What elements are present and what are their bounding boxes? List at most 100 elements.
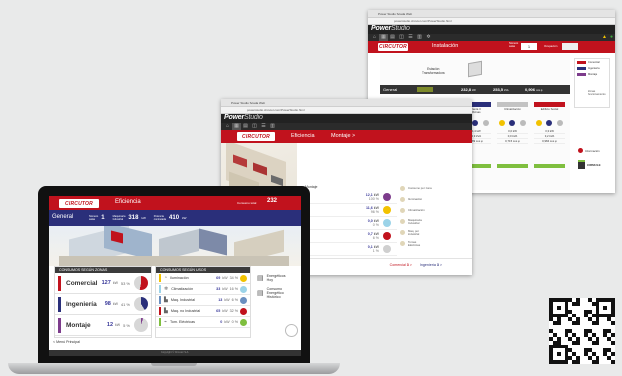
chart-icon[interactable]: ◫ xyxy=(250,123,259,130)
use-name: Iluminación xyxy=(170,276,189,280)
screen-footer: Copyright © Circutor S.A. xyxy=(49,350,301,356)
use-unit: kW xyxy=(224,320,230,324)
montaje-panel: Montaje ☼12,1 kW100 %◔11,6 kW96 %❄0,0 kW… xyxy=(299,183,397,259)
row-pct: 100 % xyxy=(368,197,379,201)
montaje-row[interactable]: ☼12,1 kW100 % xyxy=(299,191,397,204)
table-icon[interactable]: ▥ xyxy=(268,123,277,130)
side-legend-item[interactable]: Maq. por industrial xyxy=(397,227,468,238)
page-icon[interactable]: ▤ xyxy=(388,34,397,41)
stat-label: Potencia contratada xyxy=(153,215,167,221)
side-legend-dot xyxy=(400,241,405,246)
uses-panel: CONSUMOS SEGÚN USOS ◔ Iluminación 69 kW 34 %… xyxy=(155,266,251,338)
total-value: 232 xyxy=(267,198,278,204)
use-name: Maq. no Industrial xyxy=(170,309,201,313)
grid-icon[interactable]: ▦ xyxy=(379,34,388,41)
side-legend-item[interactable]: Iluminación xyxy=(397,194,468,205)
meter-icon xyxy=(499,120,506,126)
footer-link-comercial[interactable]: Comercial 3 > xyxy=(390,263,412,267)
side-legend-item[interactable]: Maquinaria Industrial xyxy=(397,216,468,227)
row-values: 12,1 kW 100 % xyxy=(309,193,379,201)
address-bar[interactable]: powerstudio.circutor.com/PowerStudio.htm… xyxy=(221,107,472,114)
zone-row[interactable]: Montaje 12 kW 5 % xyxy=(55,315,151,336)
use-row[interactable]: ▙ Maq. Industrial 13 kW 6 % xyxy=(156,295,250,306)
page-header-bar: CIRCUTOR Eficiencia Montaje > xyxy=(221,130,472,143)
energy-link[interactable]: ▤ Energéticos Hoy xyxy=(254,270,300,285)
list-icon[interactable]: ☰ xyxy=(259,123,268,130)
list-icon[interactable]: ☰ xyxy=(406,34,415,41)
use-pct: 32 % xyxy=(229,309,238,313)
zone-swatch xyxy=(58,275,61,291)
document-icon: ▤ xyxy=(257,289,264,297)
zone-swatch xyxy=(58,317,61,333)
home-icon[interactable]: ⌂ xyxy=(223,123,232,130)
use-row[interactable]: ▙ Maq. no Industrial 65 kW 32 % xyxy=(156,306,250,317)
montaje-header: Montaje xyxy=(305,185,318,189)
browser-tab[interactable]: Power Studio Scada Web xyxy=(221,99,472,107)
tab-eficiencia[interactable]: Eficiencia xyxy=(291,133,315,139)
general-swatch xyxy=(417,87,433,92)
use-swatch xyxy=(159,274,161,282)
use-value: 65 xyxy=(216,309,221,313)
zone-row[interactable]: Ingeniería 98 kW 41 % xyxy=(55,294,151,315)
use-row[interactable]: ⌁ Tom. Eléctricas 0 kW 0 % xyxy=(156,317,250,328)
zone-row[interactable]: Comercial 127 kW 53 % xyxy=(55,273,151,294)
zone-unit: kW xyxy=(115,323,121,327)
side-legend-label: Consumo por zona xyxy=(408,186,432,190)
side-legend-label: Maq. por industrial xyxy=(408,228,420,236)
factory-icon: ▙ xyxy=(164,308,168,314)
sync-icon[interactable] xyxy=(285,324,298,337)
side-legend-label: Tomas Eléctricas xyxy=(408,239,421,247)
side-legend-item[interactable]: Consumo por zona xyxy=(397,183,468,194)
tab-montaje[interactable]: Montaje > xyxy=(331,133,355,139)
montaje-row[interactable]: ○0,1 kW1 % xyxy=(299,243,397,256)
info-button[interactable]: Información xyxy=(578,148,600,153)
montaje-row[interactable]: ◔11,6 kW96 % xyxy=(299,204,397,217)
snow-icon: ❄ xyxy=(164,286,169,292)
chart-icon[interactable]: ◫ xyxy=(397,34,406,41)
legend-swatch xyxy=(577,60,586,64)
plug-icon: ⌁ xyxy=(164,319,168,325)
page-icon[interactable]: ▤ xyxy=(241,123,250,130)
occupation-label: Ocupación xyxy=(544,44,558,48)
browser-tabbar: Power Studio Scada Web xyxy=(368,10,615,18)
zone-column-value: 0,715 cos φ xyxy=(497,139,528,144)
footer-caption: Copyright © Circutor S.A. xyxy=(160,351,190,354)
zone-column[interactable]: Climatización 0,0 kW 0,0 kVA 0,715 cos φ xyxy=(497,102,528,180)
grid-icon[interactable]: ▦ xyxy=(232,123,241,130)
menu-principal-link[interactable]: < Menú Principal xyxy=(53,340,80,344)
table-icon[interactable]: ▥ xyxy=(415,34,424,41)
info-label: Información xyxy=(585,148,600,153)
row-values: 11,6 kW 96 % xyxy=(309,206,379,214)
energy-label: Consumo Energético Histórico xyxy=(266,286,284,299)
laptop-base xyxy=(8,363,340,374)
use-dot xyxy=(240,296,247,304)
warning-icon[interactable]: ▲ xyxy=(601,34,608,41)
general-stat: Potencia contratada 410 kW xyxy=(154,212,187,224)
footer-link-ingenieria[interactable]: Ingeniería 3 > xyxy=(420,263,442,267)
stat-value: 410 xyxy=(169,215,180,221)
montaje-row[interactable]: ⌁0,7 kW6 % xyxy=(299,230,397,243)
gear-icon[interactable]: ✲ xyxy=(424,34,433,41)
url-text: powerstudio.circutor.com/PowerStudio.htm… xyxy=(394,19,452,23)
montaje-row[interactable]: ❄0,0 kW0 % xyxy=(299,217,397,230)
side-legend-item[interactable]: Climatización xyxy=(397,205,468,216)
legend-label: Montaje xyxy=(588,72,598,76)
row-dot xyxy=(383,193,391,201)
row-dot xyxy=(383,232,391,240)
use-row[interactable]: ❄ Climatización 33 kW 16 % xyxy=(156,284,250,295)
browser-tab[interactable]: Power Studio Scada Web xyxy=(368,10,615,18)
home-icon[interactable]: ⌂ xyxy=(370,34,379,41)
energy-link[interactable]: ▤ Consumo Energético Histórico xyxy=(254,285,300,300)
zone-name: Comercial xyxy=(66,279,98,287)
zone-column[interactable]: Edificio Social 3,3 kW 3,2 kVA 0,984 cos φ xyxy=(534,102,565,180)
row-pct: 0 % xyxy=(372,223,379,227)
side-legend-item[interactable]: Tomas Eléctricas xyxy=(397,238,468,249)
use-row[interactable]: ◔ Iluminación 69 kW 34 % xyxy=(156,273,250,284)
selector-box[interactable]: 1 xyxy=(521,43,537,50)
use-name: Climatización xyxy=(171,287,194,291)
occupation-box[interactable] xyxy=(562,43,578,50)
stat-label: Maquinaria Industrial xyxy=(112,215,126,221)
address-bar[interactable]: powerstudio.circutor.com/PowerStudio.htm… xyxy=(368,18,615,25)
zone-column-footer xyxy=(497,164,528,168)
energy-label: Energéticos Hoy xyxy=(266,273,286,282)
